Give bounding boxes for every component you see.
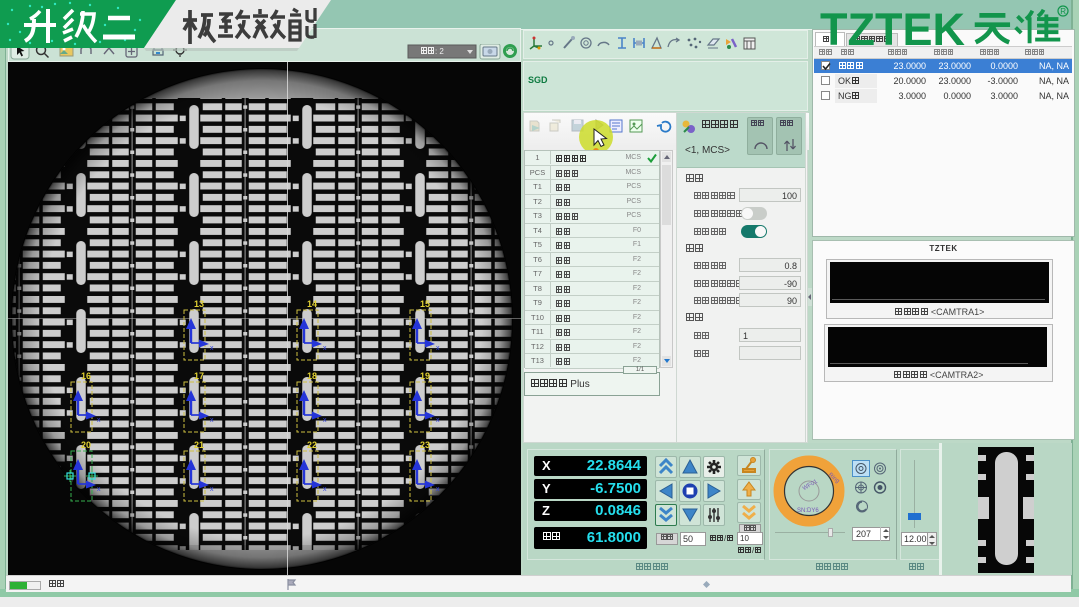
svg-text:18: 18 [307,371,317,381]
svg-text:14: 14 [307,299,317,309]
svg-text:16: 16 [81,371,91,381]
svg-text:13: 13 [194,299,204,309]
svg-text:20: 20 [81,440,91,450]
svg-text:23: 23 [420,440,430,450]
svg-text:R: R [1060,7,1066,16]
svg-text:19: 19 [420,371,430,381]
svg-text:22: 22 [307,440,317,450]
svg-text:15: 15 [420,299,430,309]
svg-text:17: 17 [194,371,204,381]
svg-text:SN:DY6: SN:DY6 [797,508,819,514]
svg-text:21: 21 [194,440,204,450]
